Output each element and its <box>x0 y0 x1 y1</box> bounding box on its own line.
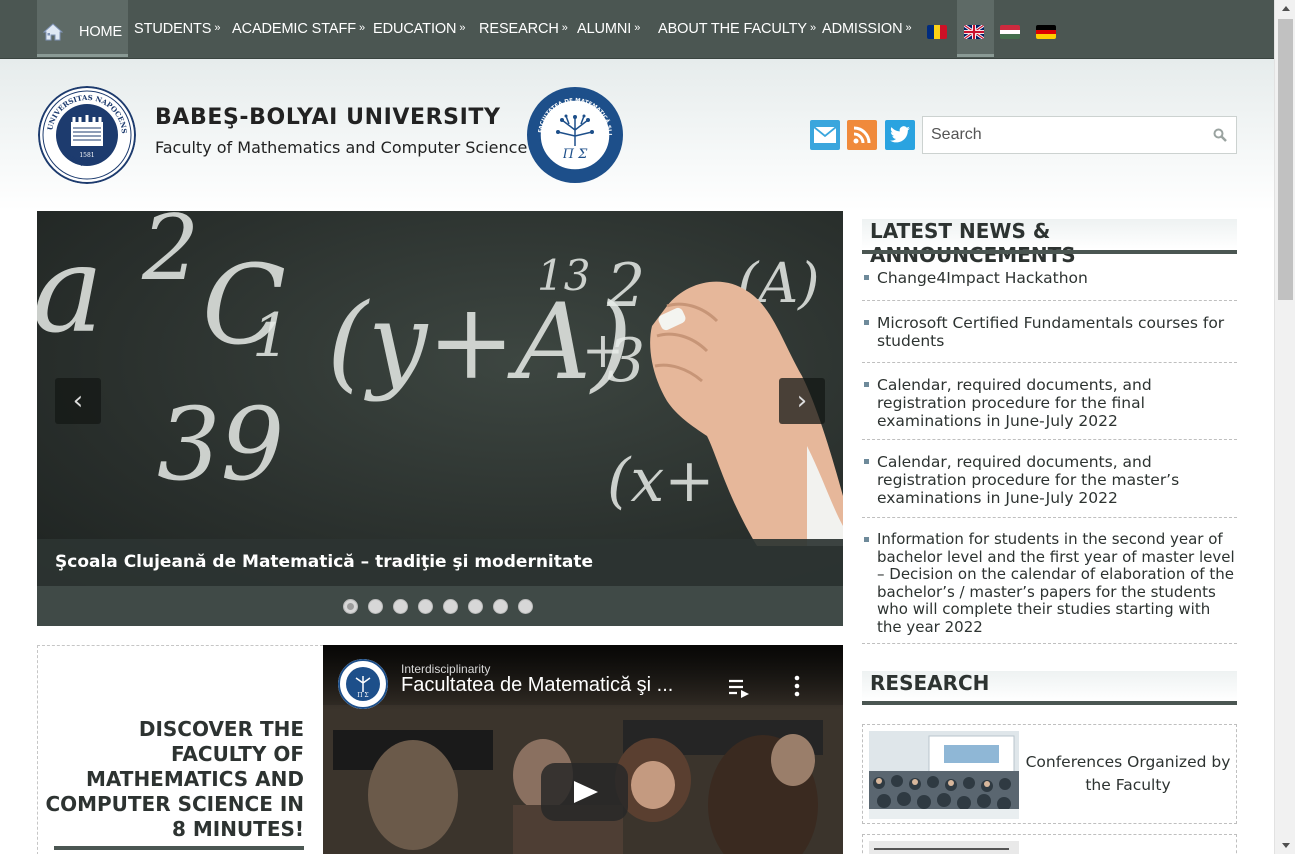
nav-education[interactable]: EDUCATION» <box>373 0 466 57</box>
slide-caption[interactable]: Şcoala Clujeană de Matematică – tradiţie… <box>37 539 843 586</box>
news-item[interactable]: Change4Impact Hackathon <box>862 269 1237 301</box>
slide-image-chalkboard[interactable]: a 2 C 1 (y+A) 13 + 2 3 39 (x+ (A) <box>37 211 843 586</box>
news-item-link[interactable]: Calendar, required documents, and regist… <box>877 453 1179 507</box>
news-heading: LATEST NEWS & ANNOUNCEMENTS <box>862 219 1237 267</box>
nav-about-label: ABOUT THE FACULTY <box>658 20 807 37</box>
play-icon <box>574 781 598 803</box>
chalk-glyph: 1 <box>252 301 291 371</box>
bullet-icon <box>864 382 869 387</box>
double-chevron-right-icon: » <box>905 21 912 34</box>
news-item-link[interactable]: Calendar, required documents, and regist… <box>877 376 1152 430</box>
mail-icon[interactable] <box>810 120 840 150</box>
nav-about[interactable]: ABOUT THE FACULTY» <box>658 0 816 57</box>
research-card-conferences[interactable]: Conferences Organized by the Faculty <box>862 724 1237 824</box>
research-heading: RESEARCH <box>862 671 1237 701</box>
nav-students[interactable]: STUDENTS» <box>134 0 220 57</box>
nav-research-label: RESEARCH <box>479 20 559 37</box>
nav-home-label: HOME <box>79 24 123 40</box>
slider-dot[interactable] <box>393 599 408 614</box>
news-item[interactable]: Information for students in the second y… <box>862 530 1237 644</box>
flag-de-icon[interactable] <box>1036 25 1056 39</box>
double-chevron-right-icon: » <box>561 21 568 34</box>
research-heading-underline <box>862 701 1237 705</box>
nav-admission-label: ADMISSION <box>822 20 903 37</box>
double-chevron-right-icon: » <box>214 21 221 34</box>
nav-admission[interactable]: ADMISSION» <box>822 0 912 57</box>
playlist-icon[interactable] <box>728 678 750 698</box>
nav-academic-staff[interactable]: ACADEMIC STAFF» <box>232 0 365 57</box>
bullet-icon <box>864 275 869 280</box>
chalk-glyph: 39 <box>157 386 285 503</box>
double-chevron-right-icon: » <box>459 21 466 34</box>
chalk-glyph: 2 <box>142 211 200 301</box>
news-item[interactable]: Microsoft Certified Fundamentals courses… <box>862 314 1237 363</box>
double-chevron-right-icon: » <box>359 21 366 34</box>
news-item[interactable]: Calendar, required documents, and regist… <box>862 376 1237 440</box>
slider-prev-button[interactable]: ‹ <box>55 378 101 424</box>
search-box <box>922 116 1237 154</box>
nav-academic-staff-label: ACADEMIC STAFF <box>232 20 357 37</box>
faculty-seal-logo[interactable]: Π Σ FACULTATEA DE MATEMATICĂ ŞI INFORMAT… <box>526 86 624 184</box>
news-heading-underline <box>862 250 1237 254</box>
research-card-next[interactable] <box>862 834 1237 854</box>
page-scrollbar[interactable] <box>1274 0 1295 854</box>
channel-logo[interactable]: Π Σ <box>338 659 388 709</box>
nav-education-label: EDUCATION <box>373 20 457 37</box>
nav-students-label: STUDENTS <box>134 20 212 37</box>
conference-photo <box>869 731 1019 819</box>
flag-ro-icon[interactable] <box>927 25 947 39</box>
search-input[interactable] <box>923 117 1203 153</box>
nav-alumni-label: ALUMNI <box>577 20 632 37</box>
svg-text:1581: 1581 <box>79 152 94 159</box>
chalk-glyph: a <box>37 221 104 360</box>
slider-dot[interactable] <box>493 599 508 614</box>
slider-pagination <box>37 596 843 616</box>
university-title: BABEŞ-BOLYAI UNIVERSITY <box>155 105 501 130</box>
nav-home[interactable]: HOME <box>37 0 128 57</box>
main-nav: HOME STUDENTS» ACADEMIC STAFF» EDUCATION… <box>0 0 1274 59</box>
flag-hu-icon[interactable] <box>1000 25 1020 39</box>
scroll-up-arrow[interactable] <box>1275 0 1295 17</box>
video-title[interactable]: Facultatea de Matematică şi ... <box>401 674 673 697</box>
double-chevron-right-icon: » <box>634 21 641 34</box>
home-icon <box>43 23 63 41</box>
slider-dot[interactable] <box>468 599 483 614</box>
more-options-icon[interactable] <box>793 675 801 697</box>
news-item-link[interactable]: Information for students in the second y… <box>877 530 1235 636</box>
svg-text:Π Σ: Π Σ <box>357 692 368 699</box>
rss-icon[interactable] <box>847 120 877 150</box>
slider-next-button[interactable]: › <box>779 378 825 424</box>
bullet-icon <box>864 459 869 464</box>
bullet-icon <box>864 320 869 325</box>
discover-box: DISCOVER THE FACULTY OF MATHEMATICS AND … <box>37 645 323 854</box>
slider-dot[interactable] <box>443 599 458 614</box>
play-button[interactable] <box>541 763 628 821</box>
nav-alumni[interactable]: ALUMNI» <box>577 0 640 57</box>
news-item[interactable]: Calendar, required documents, and regist… <box>862 453 1237 518</box>
nav-research[interactable]: RESEARCH» <box>479 0 568 57</box>
news-item-link[interactable]: Microsoft Certified Fundamentals courses… <box>877 314 1224 350</box>
twitter-icon[interactable] <box>885 120 915 150</box>
double-chevron-right-icon: » <box>809 21 817 34</box>
scroll-down-arrow[interactable] <box>1275 837 1295 854</box>
news-item-link[interactable]: Change4Impact Hackathon <box>877 269 1088 287</box>
ubb-seal-logo[interactable]: 1581 UNIVERSITAS NAPOCENSIS BABEŞ-BOLYAI <box>38 86 136 184</box>
bullet-icon <box>864 537 869 542</box>
discover-underline <box>54 846 304 850</box>
chalk-glyph: 13 <box>537 251 591 300</box>
slider-dot[interactable] <box>418 599 433 614</box>
scroll-thumb[interactable] <box>1278 19 1293 300</box>
search-icon[interactable] <box>1213 128 1227 142</box>
youtube-video-embed[interactable]: Π Σ Interdisciplinarity Facultatea de Ma… <box>323 645 843 854</box>
flag-en-icon[interactable] <box>964 25 984 39</box>
research-card-label[interactable]: Conferences Organized by the Faculty <box>1023 751 1233 797</box>
research-photo <box>869 841 1019 854</box>
slider-dot[interactable] <box>368 599 383 614</box>
slider-dot[interactable] <box>518 599 533 614</box>
discover-heading: DISCOVER THE FACULTY OF MATHEMATICS AND … <box>45 717 304 841</box>
slider-dot[interactable] <box>343 599 358 614</box>
faculty-title: Faculty of Mathematics and Computer Scie… <box>155 138 528 157</box>
image-slider: a 2 C 1 (y+A) 13 + 2 3 39 (x+ (A) ‹ › Şc… <box>37 211 843 626</box>
